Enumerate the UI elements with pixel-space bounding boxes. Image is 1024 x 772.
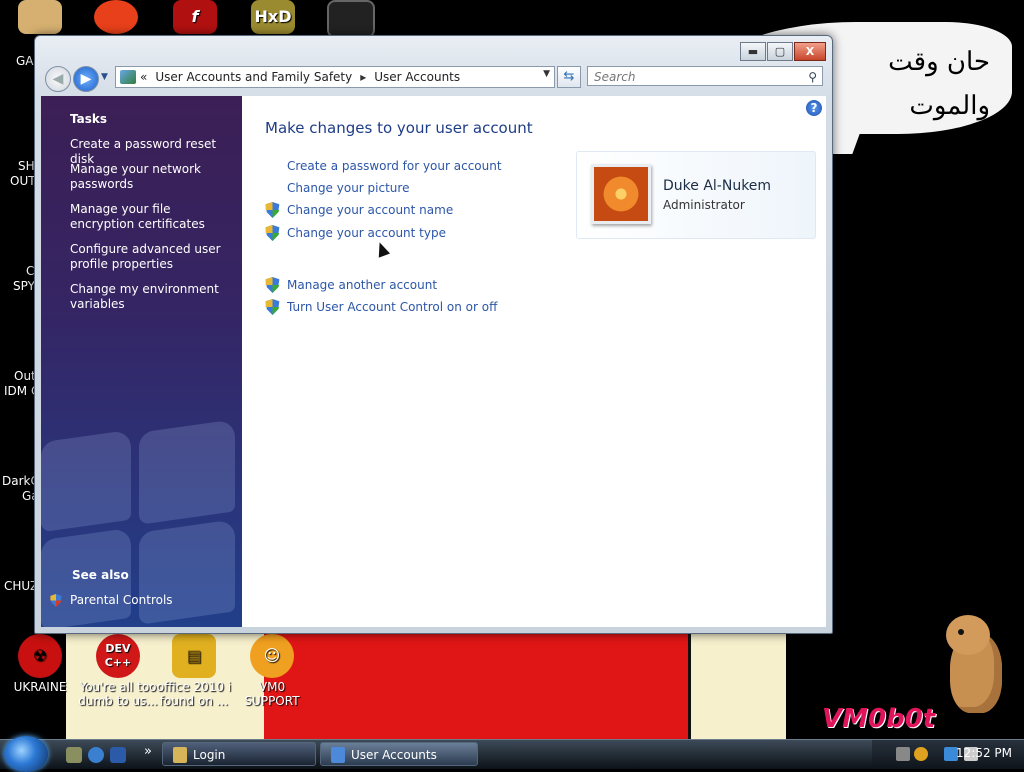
user-accounts-icon [331,747,345,763]
taskbar-button-label: Login [193,748,226,762]
uac-shield-icon [265,299,280,315]
desktop-icon-label: VM0 SUPPORT [244,680,300,708]
address-bar[interactable]: « User Accounts and Family Safety ▸ User… [115,66,555,88]
desktop-icon-label: office 2010 i found on ... [156,680,232,708]
tasks-heading: Tasks [70,112,108,126]
see-also-parental-controls[interactable]: Parental Controls [70,593,230,608]
caption-buttons: ▬ ▢ X [739,42,826,61]
desktop-icon-ukraine[interactable]: ☢ UKRAINE [0,634,80,694]
desktop-icon-label: UKRAINE [13,680,67,694]
address-dropdown-icon[interactable]: ▼ [543,69,550,79]
show-desktop-icon[interactable] [66,747,82,763]
desktop-icon-top-3[interactable]: f [155,0,235,34]
uac-shield-icon [265,225,280,241]
taskbar-button-login[interactable]: Login [162,742,316,766]
hamster-image [944,615,1008,715]
user-card: Duke Al-Nukem Administrator [576,151,816,239]
close-button[interactable]: X [794,42,826,61]
link-manage-another-account[interactable]: Manage another account [287,278,437,292]
uac-shield-icon [265,202,280,218]
partial-label[interactable]: SPY [13,279,35,294]
minimize-button[interactable]: ▬ [740,42,766,61]
task-link-environment-variables[interactable]: Change my environment variables [70,282,230,312]
desktop-icon-devcpp[interactable]: DEV C++ You're all too dumb to us... [78,634,158,708]
system-tray: 12:52 PM [872,740,1024,769]
back-button[interactable]: ◀ [45,66,71,92]
content-area: Tasks Create a password reset disk Manag… [41,96,826,627]
recent-pages-dropdown[interactable]: ▼ [101,72,108,82]
doctor-icon: ☺ [250,634,294,678]
breadcrumb-separator[interactable]: ▸ [360,70,366,84]
quick-launch-overflow[interactable]: » [144,744,152,759]
search-input[interactable]: Search ⚲ [587,66,823,86]
task-link-advanced-profile[interactable]: Configure advanced user profile properti… [70,242,230,272]
link-turn-uac-on-off[interactable]: Turn User Account Control on or off [287,300,497,314]
wallpaper-red [264,628,688,740]
start-button[interactable] [4,736,48,772]
desktop-icon-office[interactable]: ▤ office 2010 i found on ... [154,634,234,708]
switch-windows-icon[interactable] [110,747,126,763]
uac-shield-icon [50,594,62,607]
partial-label[interactable]: Out [14,369,36,384]
link-create-password[interactable]: Create a password for your account [287,159,502,173]
console-icon [327,0,375,38]
breadcrumb-user-accounts-family-safety[interactable]: User Accounts and Family Safety [155,70,352,84]
user-accounts-window: ▬ ▢ X ◀ ▶ ▼ « User Accounts and Family S… [34,35,833,634]
task-link-network-passwords[interactable]: Manage your network passwords [70,162,230,192]
link-change-picture[interactable]: Change your picture [287,181,409,195]
wallpaper-arabic-text: حان وقت والموت وتنفي [888,47,990,165]
partial-label[interactable]: GA [16,54,34,69]
taskbar: » Login User Accounts 12:52 PM [0,736,1024,772]
forward-button[interactable]: ▶ [73,66,99,92]
tray-app-icon[interactable] [896,747,910,761]
app-icon [18,0,62,34]
tray-search-icon[interactable] [914,747,928,761]
desktop-icon-top-2[interactable] [76,0,156,34]
desktop-icon-label: You're all too dumb to us... [78,680,158,708]
page-title: Make changes to your user account [265,119,533,137]
task-link-encryption-certificates[interactable]: Manage your file encryption certificates [70,202,230,232]
taskbar-button-label: User Accounts [351,748,437,762]
folder-icon [173,747,187,763]
breadcrumb-overflow[interactable]: « [140,70,147,84]
maximize-button[interactable]: ▢ [767,42,793,61]
desktop-icon-vm0-support[interactable]: ☺ VM0 SUPPORT [232,634,312,708]
control-panel-icon [120,70,136,84]
partial-label[interactable]: SH [18,159,35,174]
search-icon[interactable]: ⚲ [808,67,817,87]
internet-explorer-icon[interactable] [88,747,104,763]
breadcrumb-user-accounts[interactable]: User Accounts [374,70,460,84]
user-picture [591,164,651,224]
desktop-icon-top-4[interactable]: HxD [233,0,313,34]
link-change-account-type[interactable]: Change your account type [287,226,446,240]
search-placeholder: Search [594,70,636,84]
watermark: VM0b0t [822,704,936,734]
hxd-icon: HxD [251,0,295,34]
link-change-account-name[interactable]: Change your account name [287,203,453,217]
flash-icon: f [173,0,217,34]
desktop-icon-top-5[interactable] [311,0,391,38]
help-icon[interactable]: ? [806,100,822,116]
radiation-icon: ☢ [18,634,62,678]
clock[interactable]: 12:52 PM [956,746,1012,760]
devcpp-icon: DEV C++ [96,634,140,678]
user-name: Duke Al-Nukem [663,178,772,194]
folder-icon: ▤ [172,634,216,678]
app-icon [94,0,138,34]
user-role: Administrator [663,198,745,212]
see-also-heading: See also [72,568,129,582]
uac-shield-icon [265,277,280,293]
navigation-bar: ◀ ▶ ▼ « User Accounts and Family Safety … [41,64,826,92]
taskbar-button-user-accounts[interactable]: User Accounts [320,742,478,766]
wallpaper-yellow-right [688,628,767,740]
tasks-pane: Tasks Create a password reset disk Manag… [41,96,242,627]
desktop-icon-top-1[interactable] [0,0,80,34]
partial-label[interactable]: OUT [10,174,36,189]
refresh-button[interactable]: ⇆ [557,66,581,88]
